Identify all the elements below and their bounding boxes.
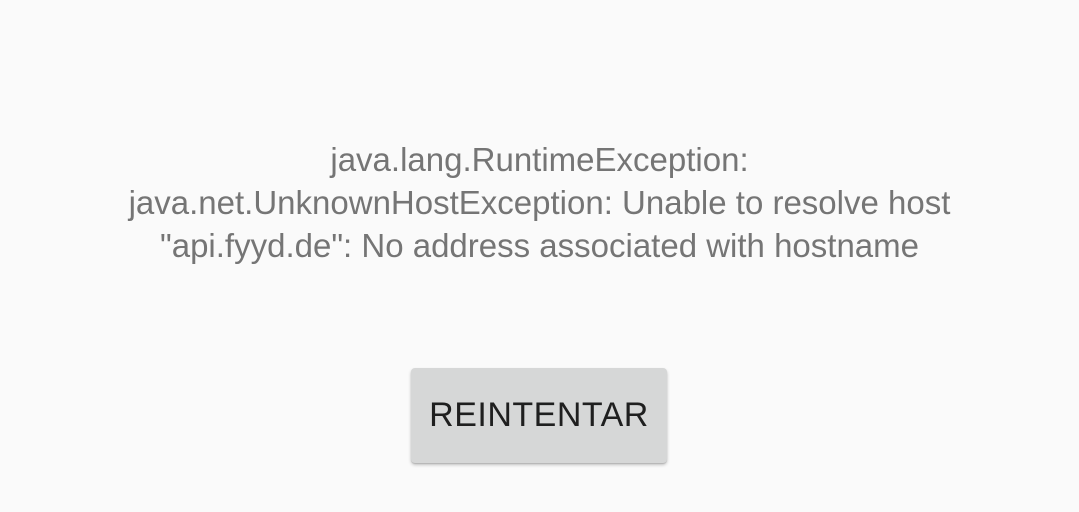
error-message: java.lang.RuntimeException: java.net.Unk… [40, 138, 1039, 267]
error-message-line-2: java.net.UnknownHostException: Unable to… [128, 184, 951, 221]
error-message-line-3: "api.fyyd.de": No address associated wit… [160, 227, 919, 264]
error-screen: java.lang.RuntimeException: java.net.Unk… [0, 0, 1079, 512]
error-message-line-1: java.lang.RuntimeException: [330, 141, 749, 178]
retry-button[interactable]: REINTENTAR [411, 368, 667, 463]
